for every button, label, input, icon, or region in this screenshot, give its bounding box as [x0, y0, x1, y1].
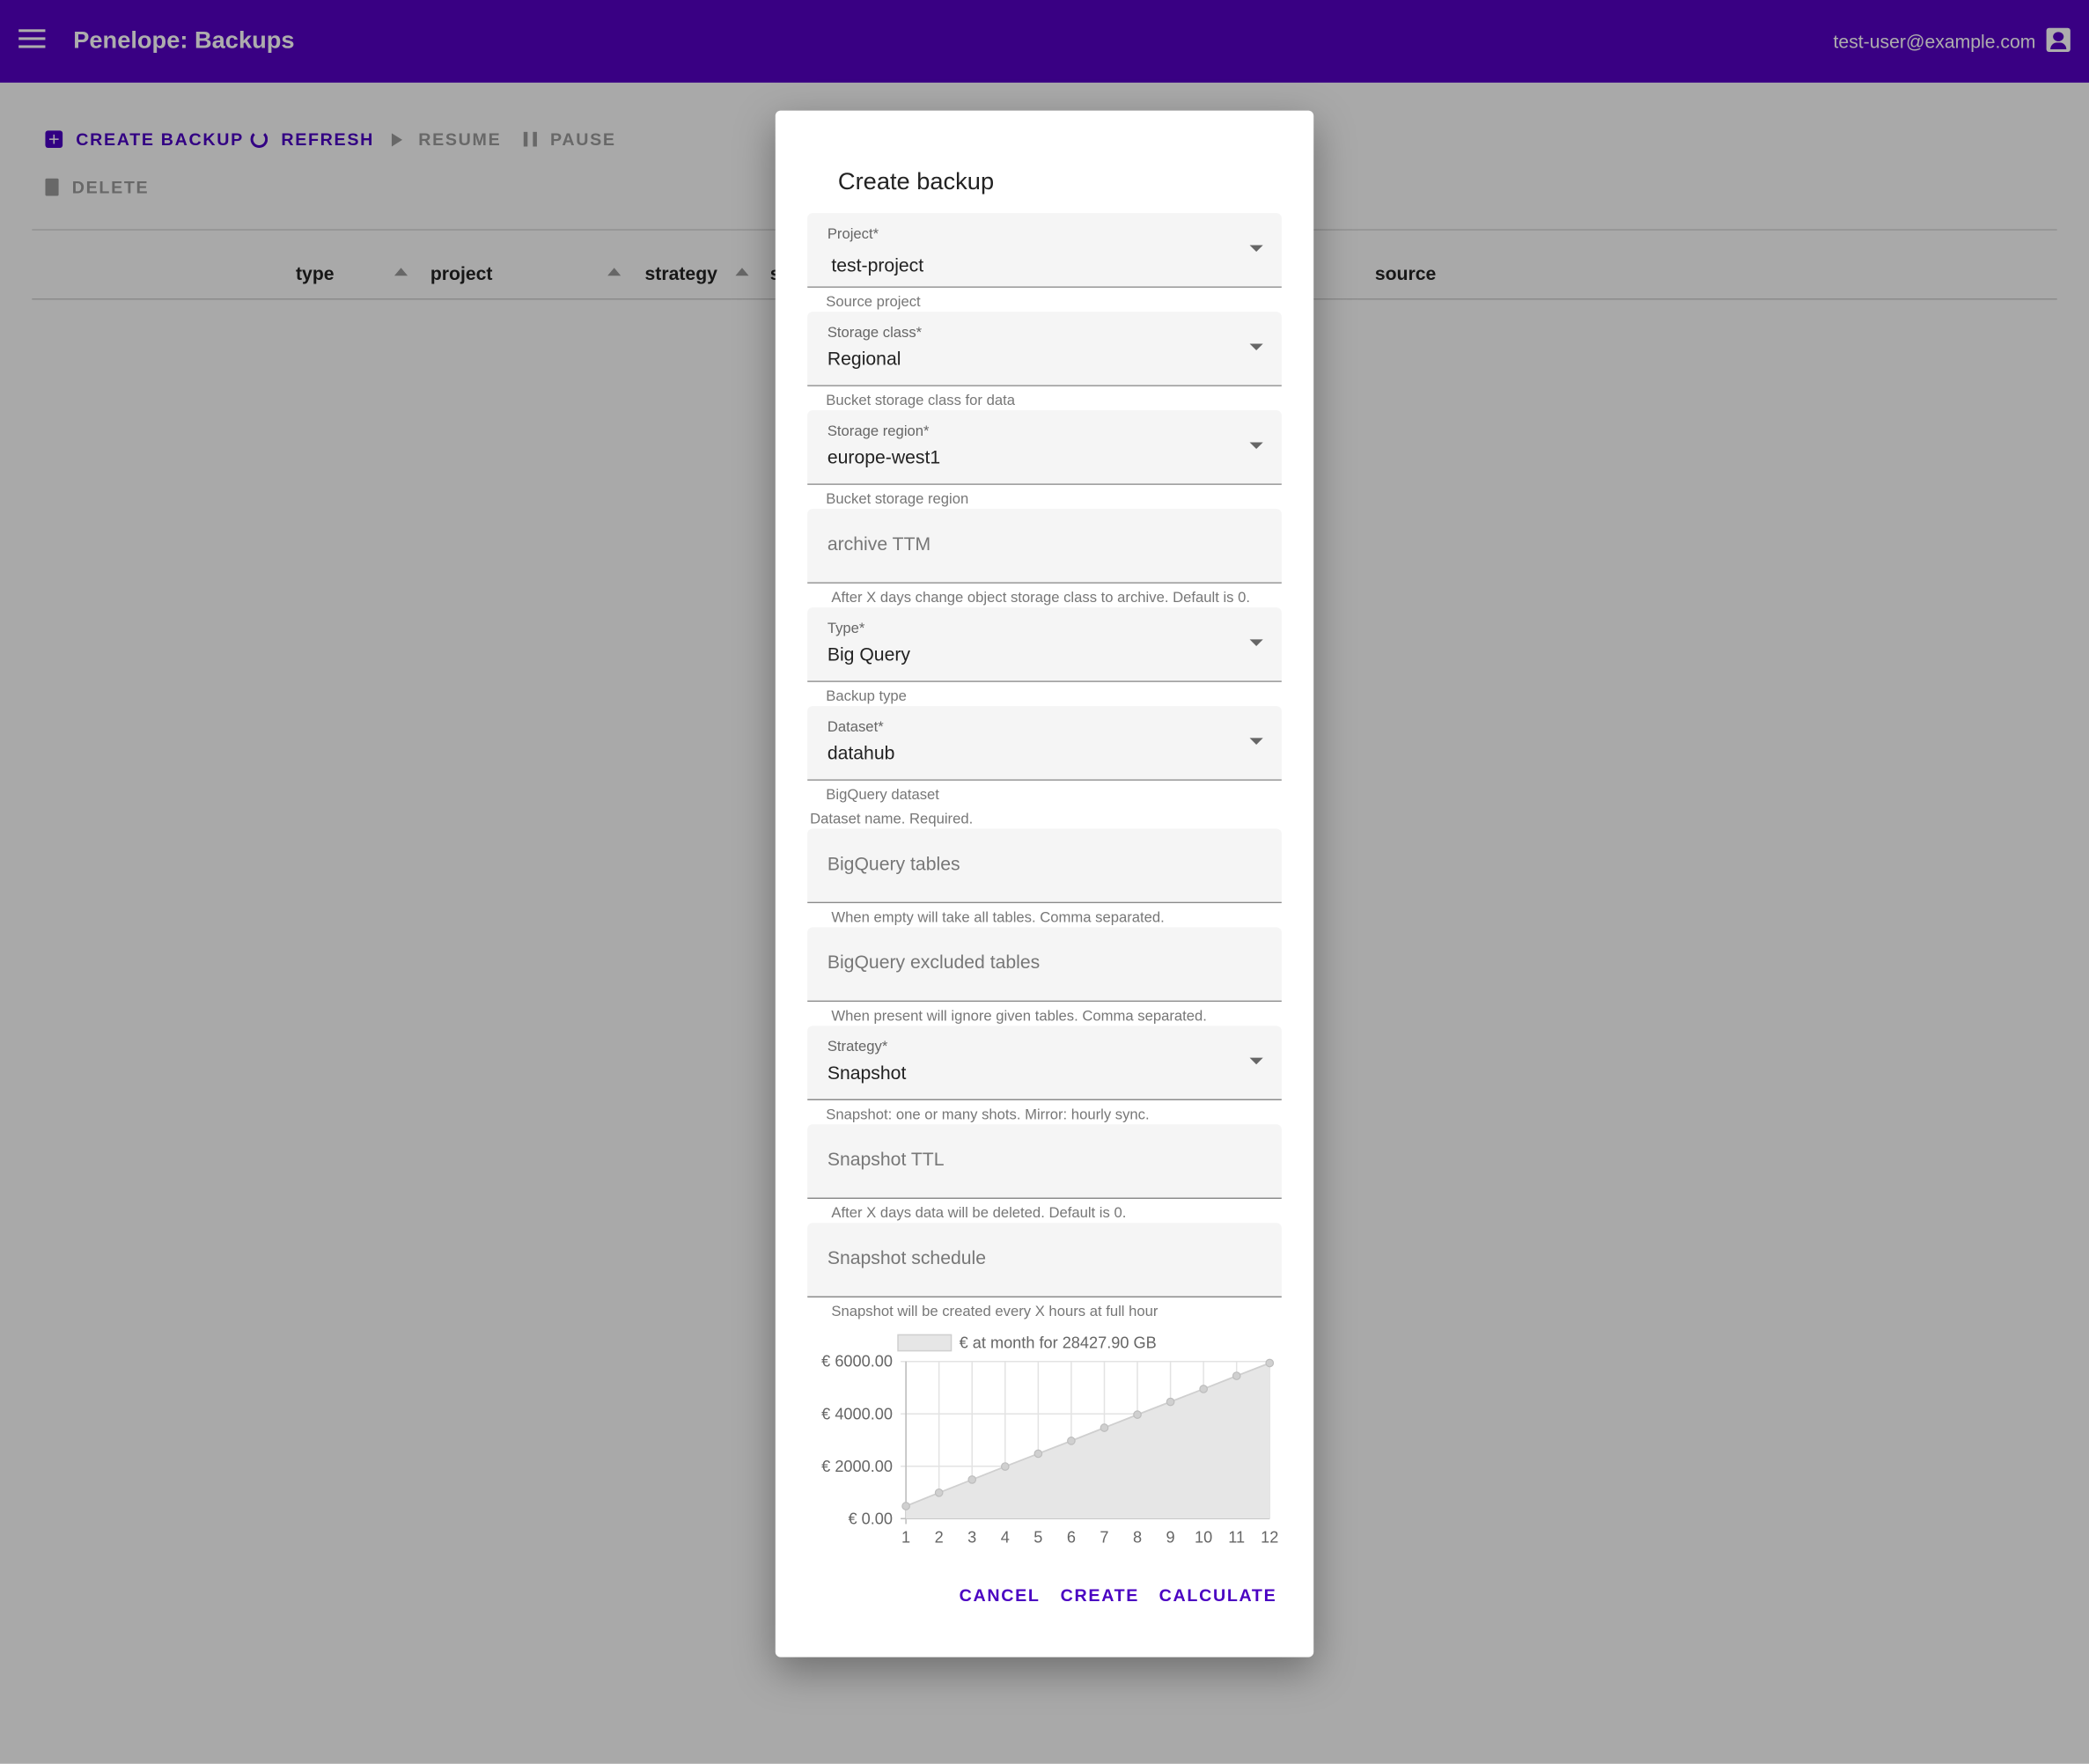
data-point[interactable]	[1199, 1385, 1208, 1393]
archive-ttm-hint: After X days change object storage class…	[831, 590, 1250, 606]
cost-chart: € at month for 28427.90 GB € 0.00 € 2000.…	[821, 1334, 1278, 1547]
strategy-value: Snapshot	[827, 1062, 907, 1084]
archive-ttm-input[interactable]: archive TTM	[807, 509, 1282, 584]
type-label: Type*	[827, 621, 865, 637]
strategy-hint: Snapshot: one or many shots. Mirror: hou…	[826, 1106, 1150, 1123]
dataset-required-hint: Dataset name. Required.	[810, 811, 974, 827]
data-point[interactable]	[1033, 1449, 1043, 1459]
x-tick-label: 9	[1166, 1529, 1175, 1547]
data-point[interactable]	[901, 1502, 910, 1510]
x-axis-labels: 1 2 3 4 5 6 7 8 9 10 11 12	[901, 1529, 1278, 1547]
storage-class-label: Storage class*	[827, 325, 923, 342]
x-tick-label: 10	[1195, 1529, 1212, 1547]
project-select[interactable]: Project* test-project	[807, 213, 1282, 288]
type-hint: Backup type	[826, 688, 907, 705]
bigquery-excluded-tables-input[interactable]: BigQuery excluded tables	[807, 927, 1282, 1003]
chevron-down-icon	[1249, 639, 1263, 646]
storage-class-select[interactable]: Storage class* Regional	[807, 312, 1282, 386]
snapshot-ttl-placeholder: Snapshot TTL	[827, 1148, 945, 1170]
legend-swatch	[897, 1334, 953, 1352]
project-label: Project*	[827, 226, 879, 243]
y-tick-label: € 6000.00	[821, 1353, 893, 1371]
bigquery-excluded-tables-placeholder: BigQuery excluded tables	[827, 951, 1041, 973]
bigquery-tables-hint: When empty will take all tables. Comma s…	[831, 909, 1165, 926]
dialog-title: Create backup	[837, 167, 995, 195]
data-point[interactable]	[1166, 1397, 1175, 1407]
calculate-button[interactable]: CALCULATE	[1159, 1585, 1277, 1606]
storage-region-hint: Bucket storage region	[826, 491, 969, 508]
bigquery-tables-placeholder: BigQuery tables	[827, 852, 960, 874]
data-point[interactable]	[967, 1475, 977, 1484]
y-tick-label: € 2000.00	[821, 1458, 893, 1475]
x-tick-label: 12	[1261, 1529, 1278, 1547]
chevron-down-icon	[1249, 738, 1263, 745]
data-point[interactable]	[1232, 1371, 1241, 1380]
bigquery-tables-input[interactable]: BigQuery tables	[807, 828, 1282, 904]
data-point[interactable]	[934, 1488, 944, 1497]
snapshot-ttl-input[interactable]: Snapshot TTL	[807, 1124, 1282, 1200]
archive-ttm-placeholder: archive TTM	[827, 533, 931, 555]
type-value: Big Query	[827, 643, 911, 665]
y-tick-label: € 4000.00	[821, 1405, 893, 1422]
x-tick-label: 11	[1228, 1529, 1245, 1547]
storage-region-label: Storage region*	[827, 423, 930, 440]
chevron-down-icon	[1249, 442, 1263, 450]
x-tick-label: 1	[901, 1529, 910, 1547]
y-axis-labels: € 0.00 € 2000.00 € 4000.00 € 6000.00	[821, 1353, 893, 1528]
series-area	[906, 1363, 1270, 1519]
x-tick-label: 3	[967, 1529, 976, 1547]
chevron-down-icon	[1249, 343, 1263, 351]
storage-region-select[interactable]: Storage region* europe-west1	[807, 410, 1282, 485]
cancel-button[interactable]: CANCEL	[960, 1585, 1041, 1606]
x-tick-label: 8	[1133, 1529, 1142, 1547]
project-hint: Source project	[826, 294, 921, 311]
data-point[interactable]	[1000, 1462, 1010, 1471]
data-point[interactable]	[1133, 1410, 1142, 1419]
snapshot-ttl-hint: After X days data will be deleted. Defau…	[831, 1205, 1127, 1222]
dataset-label: Dataset*	[827, 719, 884, 736]
x-tick-label: 7	[1100, 1529, 1108, 1547]
storage-class-value: Regional	[827, 347, 901, 370]
type-select[interactable]: Type* Big Query	[807, 607, 1282, 682]
legend-label: € at month for 28427.90 GB	[960, 1334, 1157, 1352]
snapshot-schedule-hint: Snapshot will be created every X hours a…	[831, 1304, 1159, 1320]
storage-class-hint: Bucket storage class for data	[826, 393, 1015, 409]
data-point[interactable]	[1100, 1423, 1109, 1432]
bigquery-excluded-tables-hint: When present will ignore given tables. C…	[831, 1008, 1207, 1025]
x-tick-label: 4	[1001, 1529, 1010, 1547]
chevron-down-icon	[1249, 1057, 1263, 1065]
dataset-select[interactable]: Dataset* datahub	[807, 706, 1282, 781]
dataset-value: datahub	[827, 741, 895, 764]
dataset-hint: BigQuery dataset	[826, 787, 939, 804]
data-point[interactable]	[1265, 1358, 1275, 1368]
strategy-label: Strategy*	[827, 1039, 888, 1055]
backups-page: Penelope: Backups test-user@example.com …	[0, 0, 2089, 1764]
project-value: test-project	[831, 254, 924, 276]
x-tick-label: 5	[1033, 1529, 1042, 1547]
chevron-down-icon	[1249, 245, 1263, 253]
y-tick-label: € 0.00	[848, 1510, 892, 1527]
create-button[interactable]: CREATE	[1061, 1585, 1139, 1606]
x-tick-label: 2	[935, 1529, 944, 1547]
data-point[interactable]	[1067, 1437, 1076, 1445]
storage-region-value: europe-west1	[827, 445, 941, 468]
create-backup-dialog: Create backup Project* test-project Sour…	[775, 110, 1314, 1657]
appbar-scrim	[0, 0, 2089, 83]
x-tick-label: 6	[1067, 1529, 1076, 1547]
strategy-select[interactable]: Strategy* Snapshot	[807, 1025, 1282, 1101]
snapshot-schedule-placeholder: Snapshot schedule	[827, 1246, 987, 1268]
snapshot-schedule-input[interactable]: Snapshot schedule	[807, 1223, 1282, 1298]
